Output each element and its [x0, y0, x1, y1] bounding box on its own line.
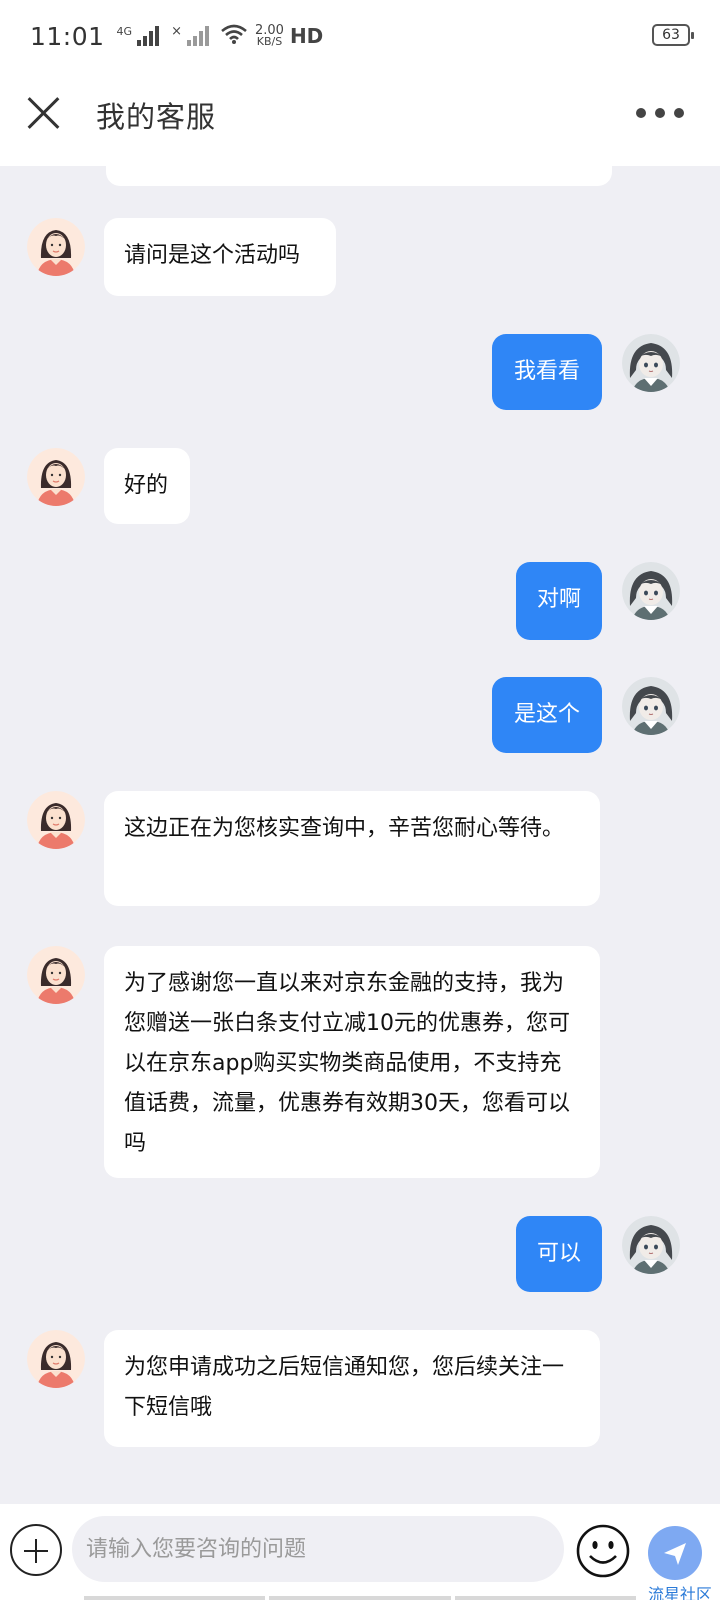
status-bar: 11:01 4G × 2.00 KB/S HD 63 [0, 0, 720, 72]
agent-avatar [27, 946, 85, 1004]
user-avatar [622, 334, 680, 392]
chat-header: 我的客服 [0, 72, 720, 166]
user-avatar [622, 677, 680, 735]
battery-icon: 63 [652, 24, 694, 46]
agent-message: 请问是这个活动吗 [104, 218, 336, 296]
chat-area[interactable]: 请问是这个活动吗 我看看 好的 对啊 是这个 这边正在为您核实查询中，辛苦您耐心… [0, 166, 720, 1504]
battery-level: 63 [662, 27, 680, 43]
agent-message: 这边正在为您核实查询中，辛苦您耐心等待。 [104, 791, 600, 906]
agent-avatar [27, 448, 85, 506]
hd-label: HD [289, 24, 324, 48]
user-message: 可以 [516, 1216, 602, 1292]
agent-message: 为您申请成功之后短信通知您，您后续关注一下短信哦 [104, 1330, 600, 1447]
emoji-icon[interactable] [575, 1523, 631, 1579]
signal-icon-sim1: 4G [117, 26, 160, 46]
watermark-text: 流星社区 [647, 1585, 712, 1600]
net-speed: 2.00 KB/S [255, 24, 284, 48]
message-text: 为了感谢您一直以来对京东金融的支持，我为您赠送一张白条支付立减10元的优惠券，您… [124, 971, 570, 1156]
message-input[interactable] [72, 1516, 564, 1582]
page-title: 我的客服 [96, 100, 217, 134]
message-text: 我看看 [513, 359, 580, 384]
message-text: 可以 [536, 1241, 581, 1266]
user-message: 是这个 [492, 677, 602, 753]
message-text: 对啊 [536, 587, 581, 612]
status-time: 11:01 [30, 21, 105, 51]
gesture-bar [84, 1596, 636, 1600]
message-text: 是这个 [513, 702, 580, 727]
user-avatar [622, 1216, 680, 1274]
send-icon [664, 1543, 686, 1565]
user-message: 对啊 [516, 562, 602, 640]
previous-message-bubble [106, 166, 612, 186]
signal-type-label: 4G [116, 25, 133, 38]
agent-avatar [27, 791, 85, 849]
agent-avatar [27, 1330, 85, 1388]
message-text: 好的 [124, 473, 169, 498]
close-icon[interactable] [24, 92, 64, 132]
agent-avatar [27, 218, 85, 276]
send-button[interactable] [648, 1526, 702, 1580]
message-text: 这边正在为您核实查询中，辛苦您耐心等待。 [124, 816, 565, 841]
no-signal-mark: × [171, 24, 182, 39]
user-avatar [622, 562, 680, 620]
add-attachment-button[interactable] [10, 1524, 62, 1576]
agent-message: 为了感谢您一直以来对京东金融的支持，我为您赠送一张白条支付立减10元的优惠券，您… [104, 946, 600, 1178]
net-speed-unit: KB/S [256, 35, 283, 48]
user-message: 我看看 [492, 334, 602, 410]
message-text: 为您申请成功之后短信通知您，您后续关注一下短信哦 [124, 1355, 565, 1420]
wifi-icon [221, 22, 247, 50]
input-bar [0, 1504, 720, 1600]
message-text: 请问是这个活动吗 [124, 243, 301, 268]
more-icon[interactable] [636, 108, 684, 118]
signal-icon-sim2: × [171, 24, 209, 46]
agent-message: 好的 [104, 448, 190, 524]
